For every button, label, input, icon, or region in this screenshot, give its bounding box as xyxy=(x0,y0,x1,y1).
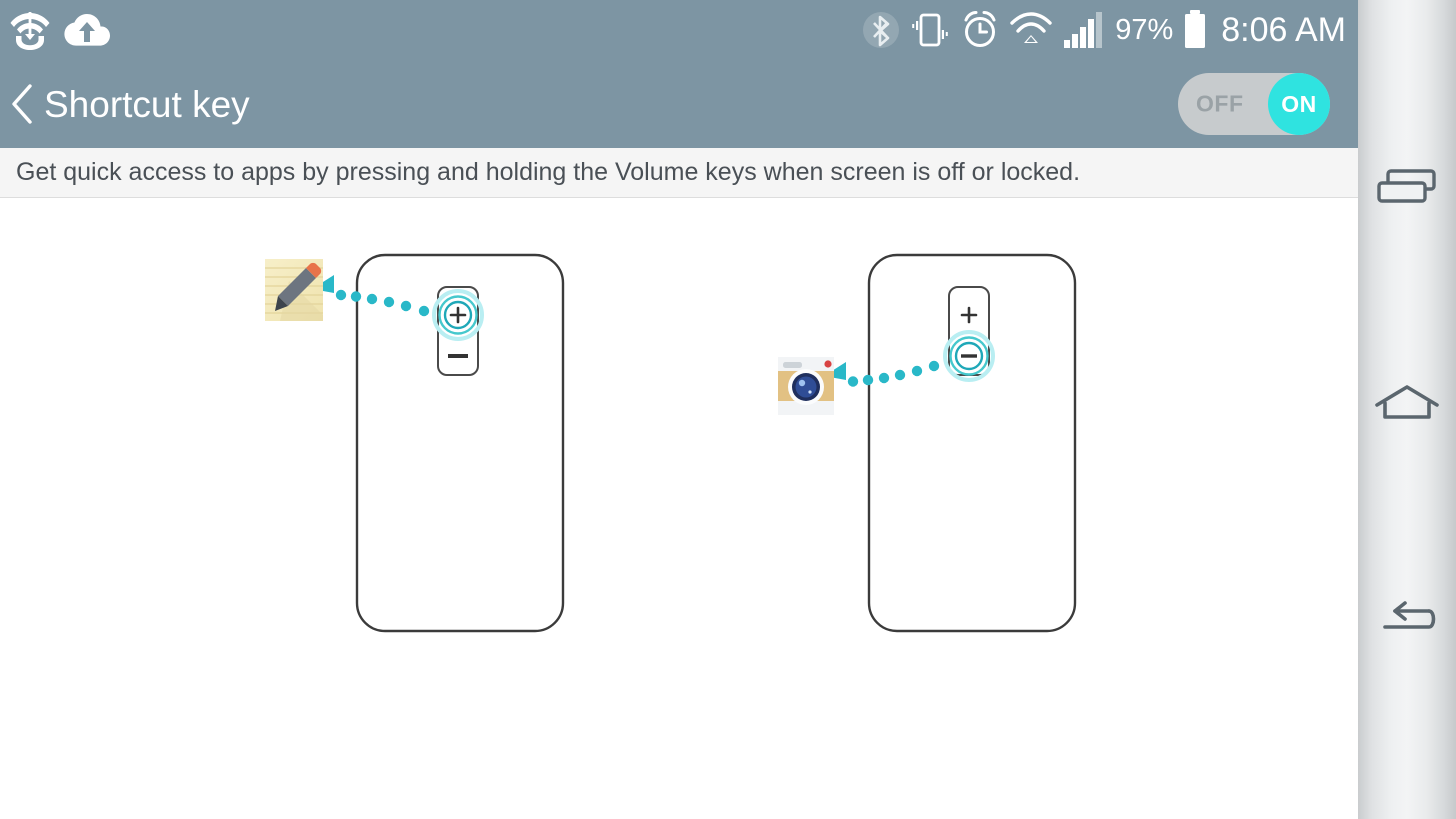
toggle-on-label: ON xyxy=(1281,90,1317,117)
signal-icon xyxy=(1062,10,1106,50)
memo-icon xyxy=(265,259,323,321)
status-bar-right-icons: 97% 8:06 AM xyxy=(862,9,1346,51)
page-title: Shortcut key xyxy=(44,83,250,125)
home-icon xyxy=(1375,383,1439,428)
volume-rocker-left xyxy=(437,286,479,376)
shortcut-key-illustration xyxy=(265,253,1077,633)
toggle-knob[interactable]: ON xyxy=(1268,73,1330,135)
shortcut-key-toggle[interactable]: OFF ON xyxy=(1178,73,1330,135)
illustration-area xyxy=(0,199,1358,819)
cloud-upload-icon xyxy=(64,12,110,48)
bluetooth-icon xyxy=(862,11,900,49)
device-viewport: 97% 8:06 AM Shortcut key OFF ON Get quic… xyxy=(0,0,1358,819)
nav-recents-button[interactable] xyxy=(1358,140,1456,238)
volume-up-shortcut-diagram xyxy=(265,253,565,633)
screen: 97% 8:06 AM Shortcut key OFF ON Get quic… xyxy=(0,0,1456,819)
battery-percent-label: 97% xyxy=(1115,13,1174,46)
wifi-direct-icon xyxy=(10,9,50,51)
recents-icon xyxy=(1376,166,1438,213)
vibrate-icon xyxy=(909,10,951,50)
description-text: Get quick access to apps by pressing and… xyxy=(16,158,1081,186)
toggle-off-label: OFF xyxy=(1196,90,1244,117)
chevron-left-icon[interactable] xyxy=(6,82,40,126)
status-bar-clock: 8:06 AM xyxy=(1221,11,1346,49)
wifi-icon xyxy=(1009,11,1053,49)
nav-back-button[interactable] xyxy=(1358,572,1456,670)
navigation-bar xyxy=(1358,0,1456,819)
battery-full-icon xyxy=(1182,9,1208,51)
volume-down-shortcut-diagram xyxy=(778,253,1077,633)
nav-home-button[interactable] xyxy=(1358,356,1456,454)
status-bar: 97% 8:06 AM xyxy=(0,0,1358,60)
camera-icon xyxy=(778,357,834,415)
title-bar: Shortcut key OFF ON xyxy=(0,60,1358,148)
alarm-icon xyxy=(960,10,1000,50)
description-band: Get quick access to apps by pressing and… xyxy=(0,148,1358,198)
status-bar-left-icons xyxy=(10,9,110,51)
back-icon xyxy=(1377,599,1437,644)
